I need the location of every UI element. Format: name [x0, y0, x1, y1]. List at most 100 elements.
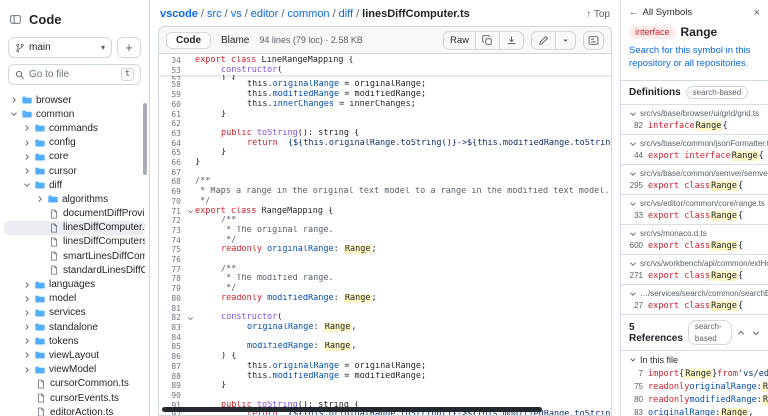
edit-dropdown-button[interactable]: [556, 32, 575, 49]
back-to-top-link[interactable]: ↑ Top: [586, 9, 610, 20]
definition-item[interactable]: …/services/search/common/searchExtTypes.…: [621, 284, 768, 314]
tree-folder-commands[interactable]: commands: [4, 121, 145, 135]
line-number[interactable]: 63: [159, 129, 185, 139]
line-number[interactable]: 69: [159, 187, 185, 197]
line-number[interactable]: 79: [159, 284, 185, 294]
line-number[interactable]: 71: [159, 207, 185, 217]
line-number[interactable]: 74: [159, 236, 185, 246]
line-number[interactable]: 81: [159, 304, 185, 314]
line-number[interactable]: 60: [159, 100, 185, 110]
tree-file-standardlinesdiffcompu-[interactable]: standardLinesDiffCompu…: [4, 263, 145, 277]
definition-item[interactable]: src/vs/editor/common/core/range.ts 33 expo…: [621, 194, 768, 224]
tree-folder-viewmodel[interactable]: viewModel: [4, 363, 145, 377]
line-number[interactable]: 75: [159, 245, 185, 255]
tree-file-cursorevents-ts[interactable]: cursorEvents.ts: [4, 391, 145, 405]
line-number[interactable]: 66: [159, 158, 185, 168]
reference-item[interactable]: 7import { Range } from 'vs/editor/comm: [621, 367, 768, 380]
line-number[interactable]: 58: [159, 80, 185, 90]
tree-folder-diff[interactable]: diff: [4, 178, 145, 192]
line-number[interactable]: 86: [159, 352, 185, 362]
line-number[interactable]: 59: [159, 90, 185, 100]
tree-file-documentdiffprovider-ts[interactable]: documentDiffProvider.ts: [4, 207, 145, 221]
tree-folder-algorithms[interactable]: algorithms: [4, 192, 145, 206]
collapse-sidebar-icon[interactable]: [10, 14, 21, 25]
symbol-search-links[interactable]: Search for this symbol in this repositor…: [621, 45, 768, 81]
close-icon[interactable]: ×: [754, 7, 760, 18]
line-number[interactable]: 89: [159, 381, 185, 391]
breadcrumb-segment[interactable]: vscode: [160, 8, 198, 20]
tree-folder-services[interactable]: services: [4, 306, 145, 320]
line-number[interactable]: 62: [159, 119, 185, 129]
tree-file-smartlinesdiffcomputer-ts[interactable]: smartLinesDiffComputer.ts: [4, 249, 145, 263]
tree-folder-config[interactable]: config: [4, 136, 145, 150]
tree-folder-browser[interactable]: browser: [4, 93, 145, 107]
tree-folder-standalone[interactable]: standalone: [4, 320, 145, 334]
tree-folder-languages[interactable]: languages: [4, 277, 145, 291]
fold-toggle[interactable]: [185, 313, 195, 323]
line-number[interactable]: 80: [159, 294, 185, 304]
tab-code[interactable]: Code: [166, 31, 211, 49]
download-button[interactable]: [500, 32, 523, 49]
symbols-panel-toggle[interactable]: [583, 30, 604, 50]
line-number[interactable]: 78: [159, 274, 185, 284]
line-number[interactable]: 87: [159, 362, 185, 372]
line-number[interactable]: 70: [159, 197, 185, 207]
breadcrumb-segment[interactable]: vs: [231, 8, 242, 20]
add-file-button[interactable]: +: [117, 37, 141, 58]
definition-item[interactable]: src/vs/monaco.d.ts 600 export class Range …: [621, 224, 768, 254]
line-number[interactable]: 34: [159, 56, 185, 66]
reference-item[interactable]: 83 originalRange: Range,: [621, 406, 768, 416]
tree-file-linesdiffcomputer-ts[interactable]: linesDiffComputer.ts: [4, 220, 145, 235]
definition-item[interactable]: src/vs/workbench/api/common/extHostTypes…: [621, 254, 768, 284]
tree-folder-common[interactable]: common: [4, 107, 145, 121]
tree-folder-viewlayout[interactable]: viewLayout: [4, 348, 145, 362]
reference-item[interactable]: 75readonly originalRange: Range;: [621, 380, 768, 393]
tree-folder-cursor[interactable]: cursor: [4, 164, 145, 178]
breadcrumb-segment[interactable]: diff: [339, 8, 353, 20]
tree-folder-core[interactable]: core: [4, 150, 145, 164]
line-number[interactable]: 67: [159, 168, 185, 178]
edit-button[interactable]: [532, 31, 556, 49]
go-to-file-input[interactable]: Go to file t: [8, 64, 141, 85]
line-number[interactable]: 68: [159, 177, 185, 187]
line-number[interactable]: 82: [159, 313, 185, 323]
line-number[interactable]: 83: [159, 323, 185, 333]
breadcrumb-segment[interactable]: common: [287, 8, 329, 20]
tree-file-editoraction-ts[interactable]: editorAction.ts: [4, 405, 145, 416]
line-number[interactable]: 73: [159, 226, 185, 236]
next-reference-icon[interactable]: [752, 329, 760, 337]
tree-file-linesdiffcomputers-ts[interactable]: linesDiffComputers.ts: [4, 235, 145, 249]
reference-item[interactable]: 80readonly modifiedRange: Range;: [621, 393, 768, 406]
in-this-file-group[interactable]: In this file: [621, 350, 768, 367]
breadcrumb-segment[interactable]: editor: [251, 8, 279, 20]
line-number[interactable]: 72: [159, 216, 185, 226]
sidebar-scrollbar[interactable]: [143, 103, 147, 175]
line-number[interactable]: 90: [159, 391, 185, 401]
line-number[interactable]: 88: [159, 372, 185, 382]
line-number[interactable]: 84: [159, 333, 185, 343]
line-number[interactable]: 65: [159, 148, 185, 158]
line-number[interactable]: 53: [159, 66, 185, 76]
line-number[interactable]: 61: [159, 110, 185, 120]
raw-button[interactable]: Raw: [444, 31, 476, 49]
previous-reference-icon[interactable]: [737, 329, 745, 337]
fold-toggle[interactable]: [185, 207, 195, 217]
folder-icon: [35, 181, 45, 189]
line-number[interactable]: 76: [159, 255, 185, 265]
definition-item[interactable]: src/vs/base/common/jsonFormatter.ts 44 exp…: [621, 134, 768, 164]
breadcrumb-segment[interactable]: src: [207, 8, 222, 20]
horizontal-scrollbar[interactable]: [162, 407, 542, 412]
branch-selector[interactable]: main ▾: [8, 37, 112, 58]
definition-item[interactable]: src/vs/base/browser/ui/grid/grid.ts 82 int…: [621, 104, 768, 134]
tree-folder-tokens[interactable]: tokens: [4, 334, 145, 348]
tree-file-cursorcommon-ts[interactable]: cursorCommon.ts: [4, 377, 145, 391]
line-number[interactable]: 64: [159, 139, 185, 149]
line-number[interactable]: 85: [159, 342, 185, 352]
all-symbols-back-button[interactable]: ← All Symbols: [629, 7, 692, 18]
line-number[interactable]: 77: [159, 265, 185, 275]
definition-item[interactable]: src/vs/base/common/semver/semver.d.ts295…: [621, 164, 768, 194]
tab-blame[interactable]: Blame: [218, 33, 252, 48]
tree-folder-model[interactable]: model: [4, 292, 145, 306]
copy-button[interactable]: [476, 31, 500, 49]
